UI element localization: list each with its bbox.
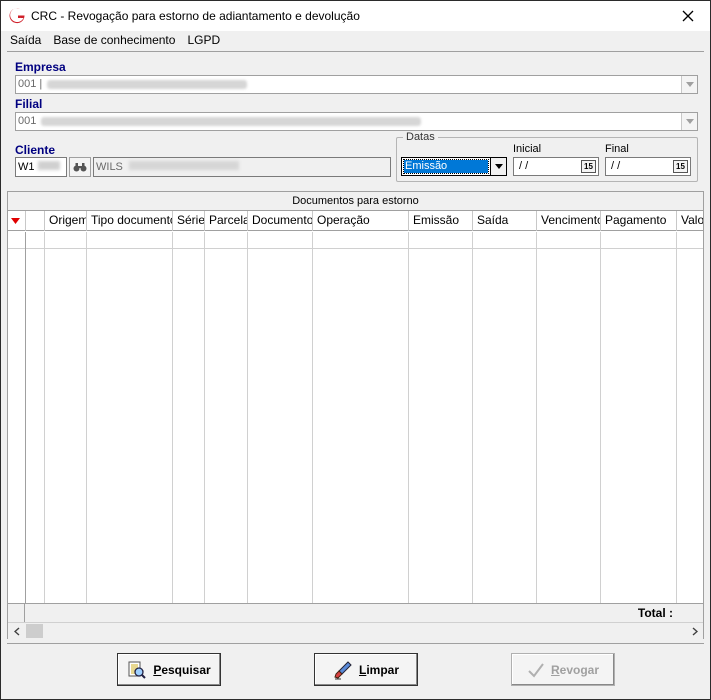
- window-frame: CRC - Revogação para estorno de adiantam…: [0, 0, 711, 700]
- filial-combobox[interactable]: 001: [15, 112, 698, 131]
- search-document-icon: [128, 661, 147, 679]
- grid-column-line: [312, 232, 313, 603]
- revogar-label: Revogar: [550, 662, 600, 677]
- final-label: Final: [605, 143, 629, 155]
- window-title: CRC - Revogação para estorno de adiantam…: [31, 9, 360, 23]
- sort-down-icon: [11, 218, 20, 224]
- column-header-serie[interactable]: Série: [173, 211, 205, 231]
- scroll-left-button[interactable]: [8, 623, 25, 639]
- datas-type-select[interactable]: Emissão: [401, 157, 507, 176]
- revogar-button: Revogar: [511, 653, 615, 686]
- chevron-left-icon: [13, 626, 19, 636]
- chevron-down-icon: [685, 119, 694, 124]
- column-header-documento[interactable]: Documento: [248, 211, 313, 231]
- sort-indicator-cell[interactable]: [8, 211, 26, 231]
- close-icon: [682, 10, 694, 22]
- app-logo-icon: [9, 8, 25, 24]
- checkmark-icon: [528, 662, 544, 678]
- grid-row-divider: [8, 248, 703, 249]
- empresa-label: Empresa: [15, 60, 66, 74]
- inicial-calendar-button[interactable]: 15: [581, 160, 596, 173]
- grid-column-line: [472, 232, 473, 603]
- filial-dropdown-arrow[interactable]: [681, 113, 697, 130]
- close-button[interactable]: [666, 1, 710, 31]
- total-label: Total :: [637, 606, 673, 620]
- filial-label: Filial: [15, 97, 43, 111]
- filial-value: 001: [18, 115, 37, 127]
- inicial-date-value: / /: [519, 160, 529, 172]
- limpar-button[interactable]: Limpar: [314, 653, 418, 686]
- empresa-value: 001 |: [18, 78, 43, 90]
- grid-header: Origem Tipo documento Série Parcela Docu…: [8, 211, 703, 231]
- limpar-label: Limpar: [358, 662, 400, 677]
- cliente-name-redacted: [128, 161, 239, 170]
- grid-title: Documentos para estorno: [8, 192, 703, 211]
- grid-column-line: [247, 232, 248, 603]
- column-header-pagamento[interactable]: Pagamento: [601, 211, 677, 231]
- grid-column-line: [44, 232, 45, 603]
- row-select-header: [26, 211, 45, 231]
- documents-grid[interactable]: Documentos para estorno Origem Tipo docu…: [7, 191, 704, 639]
- form-content: Empresa 001 | Filial 001 Cliente W1 WILS…: [7, 51, 704, 697]
- footer-indicator-cell: [8, 604, 25, 622]
- datas-type-value: Emissão: [403, 159, 489, 174]
- cliente-name-field: WILS: [93, 157, 391, 177]
- grid-column-line: [25, 232, 26, 603]
- inicial-date-input[interactable]: / / 15: [513, 157, 599, 176]
- column-header-origem[interactable]: Origem: [45, 211, 87, 231]
- chevron-right-icon: [692, 626, 698, 636]
- column-header-tipo-documento[interactable]: Tipo documento: [87, 211, 173, 231]
- cliente-code-input[interactable]: W1: [15, 157, 67, 177]
- calendar-icon: 15: [676, 161, 685, 171]
- grid-column-line: [600, 232, 601, 603]
- pesquisar-button[interactable]: Pesquisar: [117, 653, 221, 686]
- grid-footer: Total :: [8, 603, 703, 622]
- menu-saida[interactable]: Saída: [1, 31, 48, 50]
- menu-bar: Saída Base de conhecimento LGPD: [1, 31, 710, 50]
- final-date-input[interactable]: / / 15: [605, 157, 691, 176]
- empresa-redacted: [47, 79, 248, 89]
- pesquisar-label: Pesquisar: [153, 662, 211, 677]
- horizontal-scrollbar[interactable]: [8, 622, 703, 639]
- filial-redacted: [41, 116, 422, 126]
- inicial-label: Inicial: [513, 143, 542, 155]
- column-header-parcela[interactable]: Parcela: [205, 211, 248, 231]
- scroll-thumb[interactable]: [26, 624, 43, 638]
- cliente-code-redacted: [37, 161, 60, 170]
- menu-lgpd[interactable]: LGPD: [182, 31, 227, 50]
- cliente-label: Cliente: [15, 143, 56, 157]
- menu-base-conhecimento[interactable]: Base de conhecimento: [48, 31, 182, 50]
- cliente-code-value: W1: [18, 161, 35, 173]
- column-header-operacao[interactable]: Operação: [313, 211, 409, 231]
- eraser-brush-icon: [334, 660, 352, 679]
- column-header-valor[interactable]: Valor: [677, 211, 703, 231]
- datas-label: Datas: [403, 131, 438, 143]
- grid-column-line: [536, 232, 537, 603]
- column-header-emissao[interactable]: Emissão: [409, 211, 473, 231]
- chevron-down-icon: [685, 82, 694, 87]
- grid-column-line: [86, 232, 87, 603]
- column-header-saida[interactable]: Saída: [473, 211, 537, 231]
- action-panel: Pesquisar Limpar Revogar: [7, 643, 704, 697]
- final-calendar-button[interactable]: 15: [673, 160, 688, 173]
- cliente-name-value: WILS: [96, 161, 123, 173]
- empresa-combobox[interactable]: 001 |: [15, 75, 698, 94]
- calendar-icon: 15: [584, 161, 593, 171]
- binoculars-icon: [73, 163, 87, 172]
- grid-column-line: [204, 232, 205, 603]
- scroll-right-button[interactable]: [686, 623, 703, 639]
- chevron-down-icon: [494, 164, 503, 169]
- column-header-vencimento[interactable]: Vencimento: [537, 211, 601, 231]
- title-bar: CRC - Revogação para estorno de adiantam…: [1, 1, 710, 31]
- final-date-value: / /: [611, 160, 621, 172]
- grid-column-line: [172, 232, 173, 603]
- datas-type-dropdown-arrow[interactable]: [490, 158, 506, 175]
- empresa-dropdown-arrow[interactable]: [681, 76, 697, 93]
- cliente-search-button[interactable]: [69, 157, 91, 177]
- grid-column-line: [676, 232, 677, 603]
- grid-column-line: [408, 232, 409, 603]
